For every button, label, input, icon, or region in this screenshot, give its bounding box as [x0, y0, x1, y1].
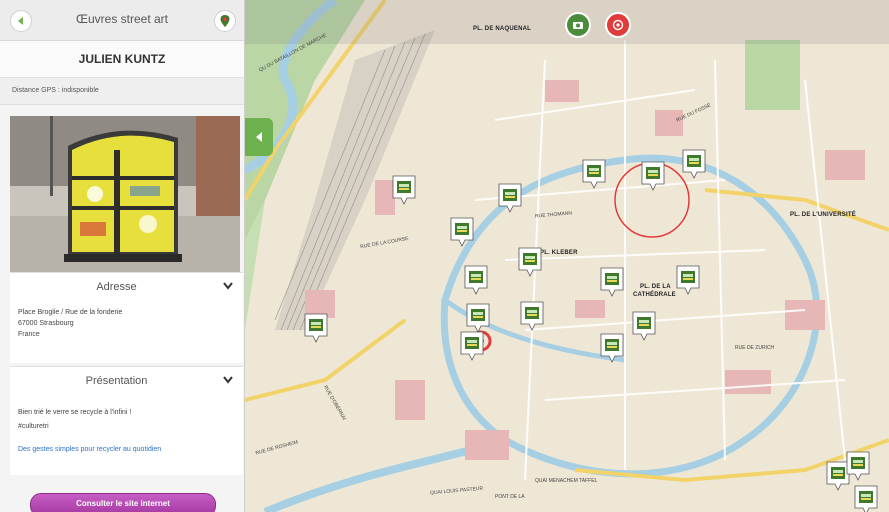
artwork-marker-icon: [518, 247, 542, 277]
address-line-country: France: [18, 331, 40, 338]
artwork-marker-icon: [600, 333, 624, 363]
artwork-marker-icon: [682, 149, 706, 179]
place-label-kleber: PL. KLEBER: [540, 250, 578, 256]
street-label: PONT DE LA: [495, 494, 525, 500]
artwork-map-marker[interactable]: [853, 484, 879, 512]
artwork-marker-icon: [846, 451, 870, 481]
camera-icon: [573, 22, 583, 29]
gps-distance: Distance GPS : indisponible: [0, 78, 244, 105]
locate-button[interactable]: [605, 12, 631, 38]
address-body: Place Broglie / Rue de la fonderie 67000…: [10, 301, 243, 363]
artwork-map-marker[interactable]: [497, 182, 523, 216]
street-label: RUE DE ZURICH: [735, 345, 775, 351]
artwork-marker-icon: [641, 161, 665, 191]
place-label-universite: PL. DE L'UNIVERSITÉ: [790, 212, 856, 218]
artwork-marker-icon: [582, 159, 606, 189]
artwork-marker-icon: [304, 313, 328, 343]
presentation-tag: #culturetri: [18, 423, 49, 430]
artwork-marker-icon: [498, 183, 522, 213]
address-line-city: 67000 Strasbourg: [18, 320, 74, 327]
artwork-map-marker[interactable]: [640, 160, 666, 194]
artwork-map-marker[interactable]: [519, 300, 545, 334]
artist-name: JULIEN KUNTZ: [0, 41, 244, 78]
target-icon: [612, 19, 624, 31]
artwork-marker-icon: [392, 175, 416, 205]
presentation-header-label: Présentation: [85, 375, 148, 387]
artwork-marker-icon: [600, 267, 624, 297]
presentation-body: Bien trié le verre se recycle à l'infini…: [10, 395, 243, 475]
address-header-label: Adresse: [96, 281, 137, 293]
artwork-marker-icon: [676, 265, 700, 295]
artwork-map-marker[interactable]: [599, 266, 625, 300]
presentation-section-header[interactable]: Présentation: [10, 366, 243, 396]
app-title: Œuvres street art: [75, 12, 169, 26]
artwork-marker-icon: [854, 485, 878, 512]
place-label-naquenal: PL. DE NAQUENAL: [473, 26, 532, 32]
artwork-photo: [10, 116, 240, 272]
chevron-down-icon: [223, 282, 233, 290]
artwork-map-marker[interactable]: [463, 264, 489, 298]
artwork-map-marker[interactable]: [303, 312, 329, 346]
add-photo-button[interactable]: [565, 12, 591, 38]
arrow-left-icon: [256, 132, 262, 142]
map-view-button[interactable]: [214, 10, 236, 32]
panel-header: Œuvres street art: [0, 0, 244, 41]
artwork-map-marker[interactable]: [845, 450, 871, 484]
presentation-text: Bien trié le verre se recycle à l'infini…: [18, 409, 132, 416]
artwork-marker-icon: [632, 311, 656, 341]
place-label-cathedrale-1: PL. DE LA: [640, 284, 671, 290]
map-canvas: [245, 0, 889, 512]
artwork-map-marker[interactable]: [631, 310, 657, 344]
artwork-marker-icon: [460, 331, 484, 361]
artwork-map-marker[interactable]: [517, 246, 543, 280]
address-line-street: Place Broglie / Rue de la fonderie: [18, 309, 123, 316]
city-map[interactable]: PL. DE NAQUENAL PL. KLEBER PL. DE LA CAT…: [245, 0, 889, 512]
collapse-panel-button[interactable]: [245, 118, 273, 156]
artwork-map-marker[interactable]: [675, 264, 701, 298]
place-label-cathedrale-2: CATHÉDRALE: [633, 292, 676, 298]
artwork-marker-icon: [450, 217, 474, 247]
artwork-marker-icon: [520, 301, 544, 331]
artwork-marker-icon: [464, 265, 488, 295]
address-section-header[interactable]: Adresse: [10, 272, 243, 302]
artwork-map-marker[interactable]: [681, 148, 707, 182]
artwork-map-marker[interactable]: [459, 330, 485, 364]
recycling-tips-link[interactable]: Des gestes simples pour recycler au quot…: [18, 444, 235, 455]
artwork-map-marker[interactable]: [581, 158, 607, 192]
map-marker-icon: [220, 15, 230, 27]
artwork-map-marker[interactable]: [449, 216, 475, 250]
artwork-map-marker[interactable]: [391, 174, 417, 208]
artwork-map-marker[interactable]: [599, 332, 625, 366]
details-panel: Œuvres street art JULIEN KUNTZ Distance …: [0, 0, 245, 512]
chevron-down-icon: [223, 376, 233, 384]
website-button[interactable]: Consulter le site internet: [30, 493, 216, 512]
street-label: QUAI MENACHEM TAFFEL: [535, 478, 598, 484]
